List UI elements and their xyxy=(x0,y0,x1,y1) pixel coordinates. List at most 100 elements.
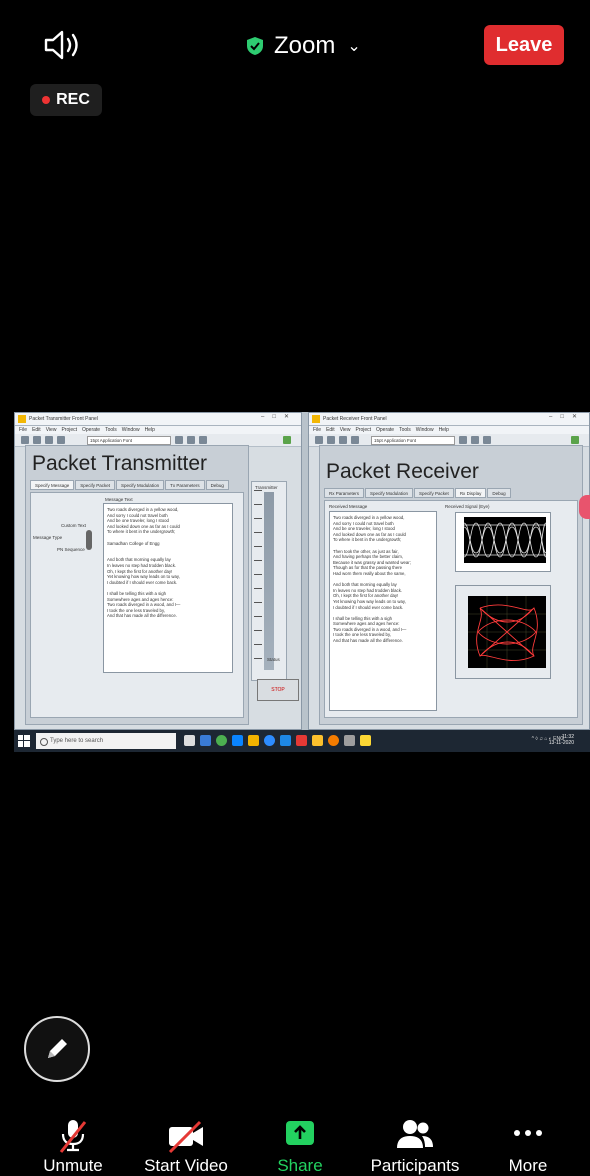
meeting-controls-bar: Unmute Start Video Share Participants Mo… xyxy=(0,1112,590,1175)
tab-specify-modulation[interactable]: Specify Modulation xyxy=(116,480,165,490)
receiver-window: Packet Receiver Front Panel –□✕ File Edi… xyxy=(308,412,590,730)
run-continuous-icon[interactable] xyxy=(33,436,41,444)
distribute-icon[interactable] xyxy=(471,436,479,444)
run-arrow-icon[interactable] xyxy=(21,436,29,444)
align-icon[interactable] xyxy=(459,436,467,444)
tab-tx-parameters[interactable]: Tx Parameters xyxy=(165,480,205,490)
tab-rx-display[interactable]: Rx Display xyxy=(454,488,487,498)
more-button[interactable]: More xyxy=(490,1112,566,1175)
menu-item[interactable]: File xyxy=(19,427,27,433)
transmitter-front-panel: Packet Transmitter Specify Message Speci… xyxy=(25,445,249,725)
start-video-button[interactable]: Start Video xyxy=(136,1112,236,1175)
labview-taskbar-icon[interactable] xyxy=(360,735,371,746)
microphone-muted-icon xyxy=(59,1120,87,1153)
unmute-button[interactable]: Unmute xyxy=(30,1112,116,1175)
message-type-toggle[interactable] xyxy=(86,530,92,550)
zoom-annotation-handle[interactable] xyxy=(579,495,590,519)
menu-item[interactable]: Help xyxy=(145,427,155,433)
menu-item[interactable]: View xyxy=(46,427,57,433)
windows-start-icon[interactable] xyxy=(18,735,30,747)
participants-button[interactable]: Participants xyxy=(360,1112,470,1175)
menu-item[interactable]: Project xyxy=(61,427,77,433)
taskbar-search-box[interactable]: Type here to search xyxy=(36,733,176,749)
unmute-label: Unmute xyxy=(43,1156,103,1175)
align-icon[interactable] xyxy=(175,436,183,444)
menu-item[interactable]: Operate xyxy=(82,427,100,433)
menu-item[interactable]: Project xyxy=(355,427,371,433)
resize-icon[interactable] xyxy=(483,436,491,444)
tab-specify-packet[interactable]: Specify Packet xyxy=(75,480,116,490)
menu-item[interactable]: Operate xyxy=(376,427,394,433)
zoom-app-icon[interactable] xyxy=(264,735,275,746)
tab-debug[interactable]: Debug xyxy=(487,488,511,498)
font-select[interactable]: 15pt Application Font xyxy=(87,436,171,445)
window-controls[interactable]: –□✕ xyxy=(549,413,585,420)
recording-badge: REC xyxy=(30,84,102,116)
chrome-icon[interactable] xyxy=(216,735,227,746)
menu-bar: File Edit View Project Operate Tools Win… xyxy=(309,426,589,434)
tab-debug[interactable]: Debug xyxy=(205,480,229,490)
share-button[interactable]: Share xyxy=(262,1112,338,1175)
abort-icon[interactable] xyxy=(339,436,347,444)
meeting-title: Zoom xyxy=(274,32,336,59)
menu-item[interactable]: Edit xyxy=(326,427,335,433)
rec-label: REC xyxy=(56,91,90,108)
speaker-icon[interactable] xyxy=(42,28,82,62)
menu-item[interactable]: Help xyxy=(439,427,449,433)
tab-specify-packet[interactable]: Specify Packet xyxy=(414,488,454,498)
tab-bar: Specify Message Specify Packet Specify M… xyxy=(30,480,229,490)
abort-icon[interactable] xyxy=(45,436,53,444)
task-view-icon[interactable] xyxy=(184,735,195,746)
more-label: More xyxy=(508,1156,548,1175)
leave-button[interactable]: Leave xyxy=(484,25,564,65)
more-dots-icon xyxy=(514,1130,542,1136)
annotate-button[interactable] xyxy=(24,1016,90,1082)
tab-specify-modulation[interactable]: Specify Modulation xyxy=(365,488,414,498)
message-text-box[interactable]: Two roads diverged in a yellow wood, And… xyxy=(103,503,233,673)
pencil-icon xyxy=(48,1039,67,1058)
tab-specify-message[interactable]: Specify Message xyxy=(30,480,75,490)
menu-item[interactable]: Edit xyxy=(32,427,41,433)
start-video-label: Start Video xyxy=(144,1156,228,1175)
window-controls[interactable]: –□✕ xyxy=(261,413,297,420)
received-signal-label: Received Signal (Eye) xyxy=(445,504,490,509)
run-continuous-icon[interactable] xyxy=(327,436,335,444)
stop-button[interactable]: STOP xyxy=(257,679,299,701)
store-icon[interactable] xyxy=(280,735,291,746)
distribute-icon[interactable] xyxy=(187,436,195,444)
pause-icon[interactable] xyxy=(351,436,359,444)
taskbar-clock[interactable]: 11:32 13-11-2020 xyxy=(549,734,574,746)
labview-taskbar-icon[interactable] xyxy=(312,735,323,746)
received-message-box: Two roads diverged in a yellow wood, And… xyxy=(329,511,437,711)
app-icon[interactable] xyxy=(344,735,355,746)
menu-item[interactable]: Tools xyxy=(399,427,411,433)
message-line: And that has made all the difference. xyxy=(107,613,177,619)
menu-bar: File Edit View Project Operate Tools Win… xyxy=(15,426,301,434)
menu-item[interactable]: Tools xyxy=(105,427,117,433)
meter-scale xyxy=(254,490,262,672)
resize-icon[interactable] xyxy=(199,436,207,444)
clock-date: 13-11-2020 xyxy=(548,740,574,746)
font-select[interactable]: 15pt Application Font xyxy=(371,436,455,445)
labview-icon xyxy=(312,415,320,423)
meter-bar xyxy=(264,492,274,670)
tab-rx-parameters[interactable]: Rx Parameters xyxy=(324,488,365,498)
run-arrow-icon[interactable] xyxy=(315,436,323,444)
menu-item[interactable]: File xyxy=(313,427,321,433)
message-text-label: Message Text xyxy=(105,497,133,502)
message-type-label: Message Type xyxy=(33,535,63,540)
transmitter-window: Packet Transmitter Front Panel –□✕ File … xyxy=(14,412,302,730)
app-icon[interactable] xyxy=(296,735,307,746)
menu-item[interactable]: Window xyxy=(122,427,140,433)
file-explorer-icon[interactable] xyxy=(200,735,211,746)
participants-label: Participants xyxy=(370,1156,460,1175)
meeting-title-dropdown[interactable]: Zoom ⌄ xyxy=(246,30,361,62)
share-screen-icon xyxy=(286,1121,314,1145)
firefox-icon[interactable] xyxy=(328,735,339,746)
menu-item[interactable]: View xyxy=(340,427,351,433)
pause-icon[interactable] xyxy=(57,436,65,444)
folder-icon[interactable] xyxy=(248,735,259,746)
menu-item[interactable]: Window xyxy=(416,427,434,433)
window-titlebar: Packet Transmitter Front Panel –□✕ xyxy=(15,413,301,426)
edge-icon[interactable] xyxy=(232,735,243,746)
